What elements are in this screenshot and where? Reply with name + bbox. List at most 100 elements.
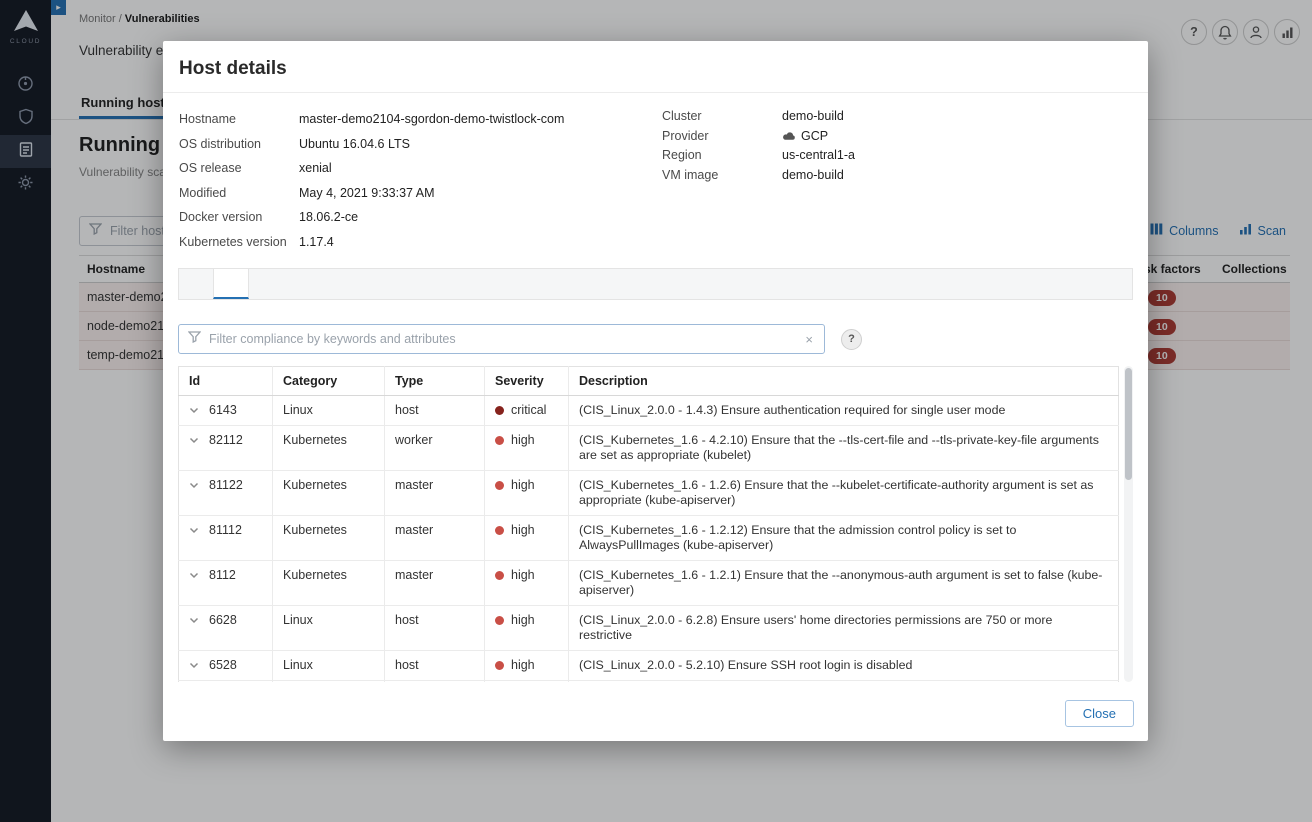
- header-type[interactable]: Type: [384, 366, 485, 396]
- detail-value: us-central1-a: [782, 148, 855, 162]
- detail-label: VM image: [662, 167, 719, 182]
- compliance-row[interactable]: 81122 Kubernetes master high (CIS_Kubern…: [178, 470, 1119, 516]
- severity-dot: [495, 616, 504, 625]
- severity-label: high: [511, 523, 535, 537]
- severity-dot: [495, 661, 504, 670]
- modal-header: Host details: [163, 41, 1148, 93]
- compliance-row[interactable]: 82112 Kubernetes worker high (CIS_Kubern…: [178, 425, 1119, 471]
- detail-label: OS distribution: [179, 136, 261, 151]
- compliance-id: 6628: [209, 613, 237, 627]
- detail-value: master-demo2104-sgordon-demo-twistlock-c…: [299, 112, 565, 126]
- chevron-down-icon[interactable]: [189, 661, 199, 669]
- detail-label: Kubernetes version: [179, 234, 287, 249]
- compliance-type: host: [384, 395, 485, 426]
- header-category[interactable]: Category: [272, 366, 385, 396]
- compliance-type: master: [384, 515, 485, 561]
- gcp-icon: [782, 130, 796, 142]
- detail-row: OS release xenial: [179, 156, 1132, 181]
- compliance-description: (CIS_Linux_2.0.0 - 6.2.8) Ensure users' …: [568, 605, 1119, 651]
- details-left-column: Hostname master-demo2104-sgordon-demo-tw…: [179, 107, 1132, 254]
- detail-row: Modified May 4, 2021 9:33:37 AM: [179, 181, 1132, 206]
- detail-value: demo-build: [782, 167, 844, 182]
- details-right-column: Cluster demo-build Provider GCP Region u…: [662, 107, 855, 185]
- funnel-icon: [187, 330, 202, 348]
- compliance-category: Linux: [272, 650, 385, 681]
- compliance-category: Linux: [272, 395, 385, 426]
- compliance-filter-input[interactable]: [209, 332, 796, 346]
- compliance-description: (CIS_Linux_2.0.0 - 5.2.10) Ensure SSH ro…: [568, 650, 1119, 681]
- severity-label: high: [511, 568, 535, 582]
- severity-dot: [495, 526, 504, 535]
- compliance-description: (CIS_Kubernetes_1.6 - 4.2.10) Ensure tha…: [568, 425, 1119, 471]
- compliance-row[interactable]: 81112 Kubernetes master high (CIS_Kubern…: [178, 515, 1119, 561]
- compliance-filter: ×: [178, 324, 825, 354]
- compliance-type: host: [384, 680, 485, 682]
- severity-dot: [495, 436, 504, 445]
- compliance-id: 81122: [209, 478, 243, 492]
- modal-tab[interactable]: [249, 269, 283, 299]
- clear-filter-icon[interactable]: ×: [803, 332, 815, 347]
- compliance-type: master: [384, 470, 485, 516]
- detail-row: Region us-central1-a: [662, 146, 855, 166]
- detail-row: OS distribution Ubuntu 16.04.6 LTS: [179, 132, 1132, 157]
- compliance-table-container: Id Category Type Severity Description 61…: [178, 366, 1133, 682]
- chevron-down-icon[interactable]: [189, 571, 199, 579]
- filter-help-icon[interactable]: ?: [841, 328, 862, 350]
- compliance-type: master: [384, 560, 485, 606]
- compliance-row[interactable]: 6521 Linux host high (CIS_Linux_2.0.0 - …: [178, 680, 1119, 682]
- detail-label: Hostname: [179, 112, 236, 126]
- compliance-id: 8112: [209, 568, 236, 582]
- compliance-row[interactable]: 6528 Linux host high (CIS_Linux_2.0.0 - …: [178, 650, 1119, 681]
- compliance-row[interactable]: 6143 Linux host critical (CIS_Linux_2.0.…: [178, 395, 1119, 426]
- detail-label: OS release: [179, 161, 242, 175]
- compliance-category: Linux: [272, 605, 385, 651]
- compliance-id: 6528: [209, 658, 237, 672]
- compliance-row[interactable]: 6628 Linux host high (CIS_Linux_2.0.0 - …: [178, 605, 1119, 651]
- compliance-row[interactable]: 8112 Kubernetes master high (CIS_Kuberne…: [178, 560, 1119, 606]
- modal-tabs: [178, 268, 1133, 300]
- detail-value: GCP: [801, 128, 829, 143]
- chevron-down-icon[interactable]: [189, 436, 199, 444]
- detail-value: demo-build: [782, 109, 844, 123]
- compliance-description: (CIS_Linux_2.0.0 - 5.2.1) Ensure permiss…: [568, 680, 1119, 682]
- compliance-table: Id Category Type Severity Description 61…: [178, 366, 1119, 682]
- header-severity[interactable]: Severity: [484, 366, 569, 396]
- chevron-down-icon[interactable]: [189, 526, 199, 534]
- detail-label: Region: [662, 148, 702, 162]
- host-details-modal: Host details Hostname master-demo2104-sg…: [163, 41, 1148, 741]
- compliance-table-header: Id Category Type Severity Description: [178, 366, 1119, 396]
- table-scrollbar[interactable]: [1124, 366, 1133, 682]
- severity-dot: [495, 481, 504, 490]
- severity-dot: [495, 406, 504, 415]
- severity-label: high: [511, 658, 535, 672]
- chevron-down-icon[interactable]: [189, 616, 199, 624]
- detail-label: Modified: [179, 185, 227, 200]
- chevron-down-icon[interactable]: [189, 406, 199, 414]
- detail-row: Cluster demo-build: [662, 107, 855, 127]
- compliance-filter-row: × ?: [178, 324, 1133, 354]
- header-description[interactable]: Description: [568, 366, 1119, 396]
- compliance-type: host: [384, 650, 485, 681]
- compliance-description: (CIS_Linux_2.0.0 - 1.4.3) Ensure authent…: [568, 395, 1119, 426]
- chevron-down-icon[interactable]: [189, 481, 199, 489]
- detail-label: Provider: [662, 128, 709, 143]
- detail-value: Ubuntu 16.04.6 LTS: [299, 136, 410, 151]
- detail-row: Hostname master-demo2104-sgordon-demo-tw…: [179, 107, 1132, 132]
- detail-value: May 4, 2021 9:33:37 AM: [299, 185, 435, 200]
- compliance-category: Kubernetes: [272, 515, 385, 561]
- severity-label: high: [511, 478, 535, 492]
- detail-label: Docker version: [179, 210, 263, 224]
- compliance-category: Kubernetes: [272, 470, 385, 516]
- detail-row: Docker version 18.06.2-ce: [179, 205, 1132, 230]
- header-id[interactable]: Id: [178, 366, 273, 396]
- close-button[interactable]: Close: [1064, 700, 1134, 727]
- compliance-id: 6143: [209, 403, 237, 417]
- compliance-category: Linux: [272, 680, 385, 682]
- compliance-type: host: [384, 605, 485, 651]
- scrollbar-thumb[interactable]: [1125, 368, 1132, 480]
- modal-tab[interactable]: [283, 269, 317, 299]
- modal-tab[interactable]: [179, 269, 213, 299]
- modal-tab[interactable]: [213, 269, 249, 299]
- modal-footer: Close: [1064, 700, 1134, 727]
- modal-tab[interactable]: [317, 269, 351, 299]
